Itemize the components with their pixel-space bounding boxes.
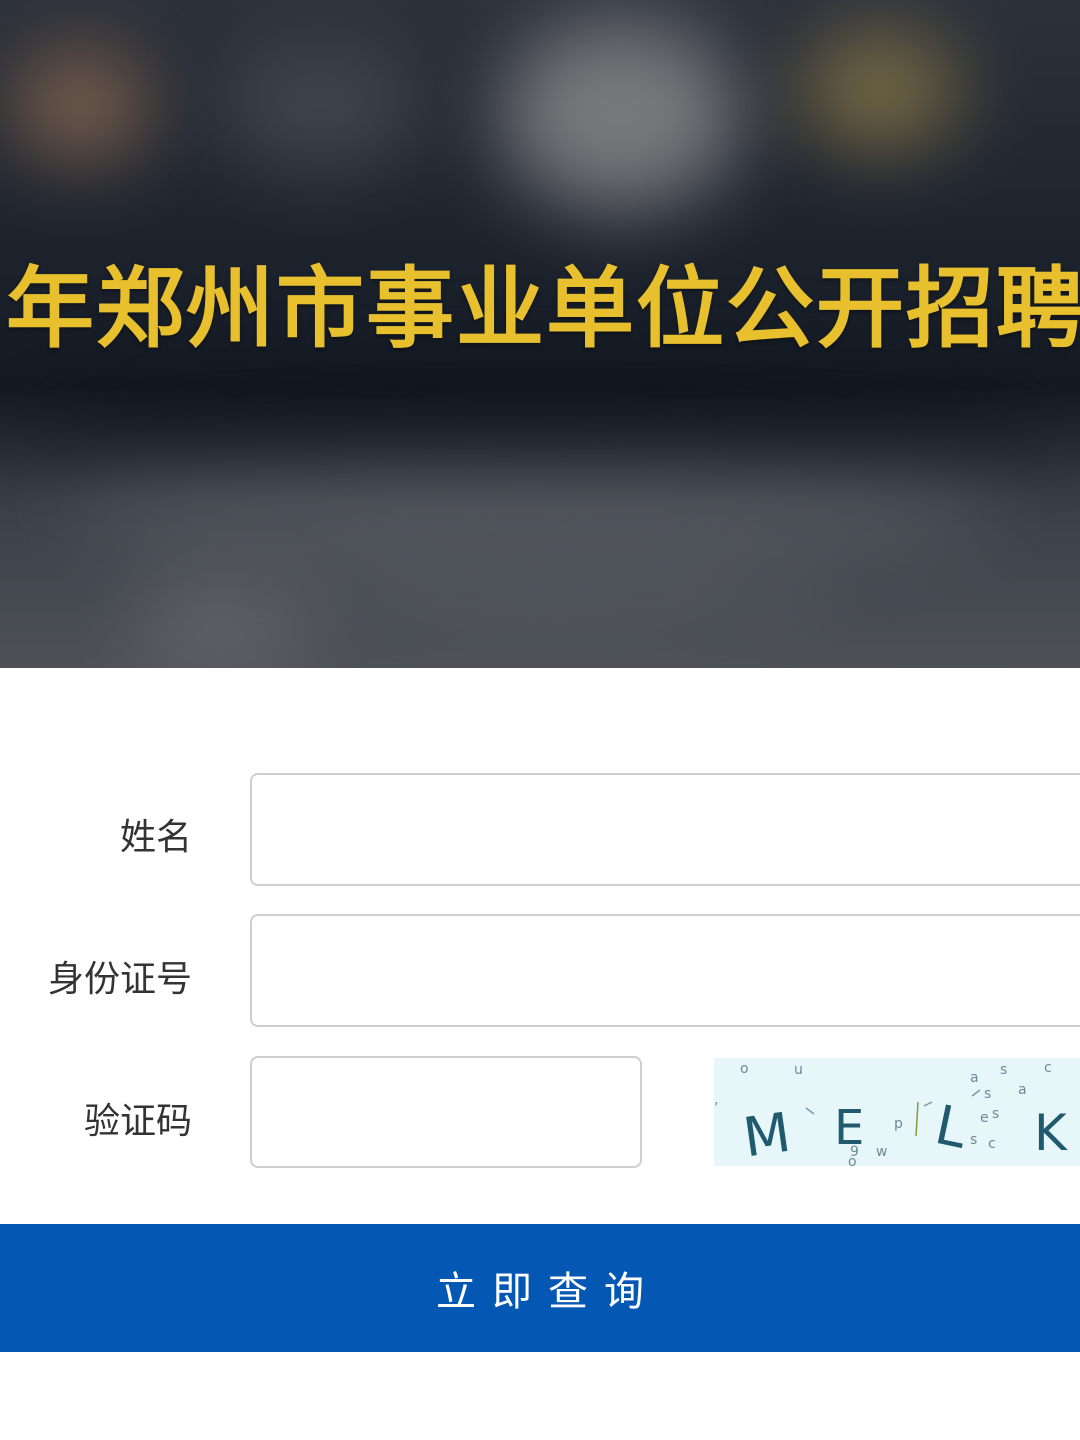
query-page: 年郑州市事业单位公开招聘 姓名 身份证号 验证码 o u a s s a c e…	[0, 0, 1080, 1440]
captcha-noise: p	[894, 1116, 903, 1132]
captcha-noise-line	[923, 1101, 933, 1107]
banner-title: 年郑州市事业单位公开招聘	[6, 257, 1080, 360]
captcha-char: E	[834, 1100, 864, 1156]
banner-blur	[800, 30, 960, 150]
query-button[interactable]: 立即查询	[0, 1224, 1080, 1352]
captcha-noise: s	[984, 1086, 991, 1102]
id-number-input[interactable]	[250, 914, 1080, 1027]
banner-blur	[60, 470, 1000, 560]
captcha-noise: c	[1044, 1060, 1052, 1076]
captcha-noise: u	[794, 1062, 803, 1078]
banner-blur	[500, 20, 740, 210]
banner-blur	[220, 40, 420, 170]
captcha-noise: w	[876, 1144, 887, 1160]
banner-blur	[280, 560, 840, 630]
captcha-char: L	[930, 1093, 973, 1161]
captcha-noise: s	[992, 1106, 999, 1122]
captcha-noise: a	[970, 1070, 979, 1086]
captcha-noise: s	[1000, 1062, 1007, 1078]
banner-blur	[130, 580, 310, 668]
captcha-label: 验证码	[83, 1101, 192, 1142]
banner-blur	[0, 380, 1080, 450]
captcha-noise: s	[970, 1132, 977, 1148]
captcha-char: M	[739, 1101, 794, 1166]
captcha-noise: o	[740, 1061, 749, 1077]
captcha-graphic: o u a s s a c e s c s p w 9 o , M E L K	[714, 1060, 1068, 1170]
captcha-noise: ,	[714, 1092, 718, 1108]
captcha-noise-line	[805, 1107, 815, 1115]
captcha-noise: a	[1018, 1082, 1027, 1098]
captcha-noise: c	[988, 1136, 996, 1152]
captcha-noise-line	[915, 1101, 919, 1137]
captcha-noise-line	[971, 1089, 981, 1097]
captcha-input[interactable]	[250, 1056, 642, 1168]
name-input[interactable]	[250, 773, 1080, 886]
banner-blur	[10, 50, 150, 160]
header-banner: 年郑州市事业单位公开招聘	[0, 0, 1080, 668]
captcha-noise: e	[980, 1110, 989, 1126]
captcha-char: K	[1034, 1104, 1068, 1162]
name-label: 姓名	[119, 817, 192, 858]
captcha-image[interactable]: o u a s s a c e s c s p w 9 o , M E L K	[714, 1058, 1080, 1170]
id-number-label: 身份证号	[47, 959, 192, 1000]
